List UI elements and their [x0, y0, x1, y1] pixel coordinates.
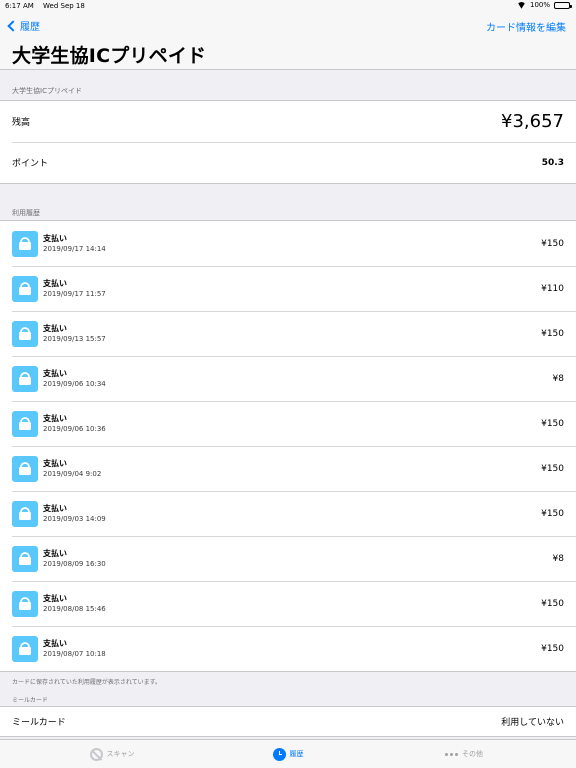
transaction-amount: ¥150 — [541, 328, 564, 339]
meal-card-section-header: ミールカード — [12, 697, 48, 704]
scan-disabled-icon — [89, 747, 103, 761]
transaction-title: 支払い — [43, 369, 67, 378]
shopping-basket-icon — [12, 320, 38, 347]
status-time: 6:17 AM — [5, 2, 34, 10]
shopping-basket-icon — [12, 590, 38, 617]
shopping-basket-icon — [12, 410, 38, 437]
status-bar: 6:17 AM Wed Sep 18 100% — [0, 0, 576, 12]
battery-percent: 100% — [529, 1, 550, 9]
more-dots-icon — [445, 752, 458, 756]
history-row[interactable]: 支払い 2019/09/06 10:36 ¥150 — [0, 401, 576, 446]
back-button-label: 履歴 — [20, 22, 40, 33]
tab-history[interactable]: 履歴 — [200, 740, 376, 768]
shopping-basket-icon — [12, 545, 38, 572]
tab-history-label: 履歴 — [289, 750, 304, 758]
transaction-amount: ¥8 — [552, 553, 564, 564]
history-row[interactable]: 支払い 2019/09/04 9:02 ¥150 — [0, 446, 576, 491]
shopping-basket-icon — [12, 455, 38, 482]
transaction-title: 支払い — [43, 594, 67, 603]
battery-icon — [554, 1, 572, 9]
history-row[interactable]: 支払い 2019/09/17 14:14 ¥150 — [0, 221, 576, 266]
meal-card-label: ミールカード — [12, 718, 66, 728]
card-section-header: 大学生協ICプリペイド — [12, 87, 82, 95]
history-row[interactable]: 支払い 2019/09/13 15:57 ¥150 — [0, 311, 576, 356]
transaction-date: 2019/08/09 16:30 — [43, 560, 106, 568]
transaction-date: 2019/08/08 15:46 — [43, 605, 106, 613]
card-summary-group: 残高 ¥3,657 ポイント 50.3 — [0, 100, 576, 184]
transaction-date: 2019/09/06 10:36 — [43, 425, 106, 433]
back-button[interactable]: 履歴 — [6, 18, 40, 33]
history-section-header: 利用履歴 — [12, 209, 40, 217]
transaction-date: 2019/09/17 14:14 — [43, 245, 106, 253]
balance-value: ¥3,657 — [501, 111, 564, 132]
transaction-amount: ¥150 — [541, 598, 564, 609]
transaction-date: 2019/09/04 9:02 — [43, 470, 102, 478]
transaction-amount: ¥110 — [541, 283, 564, 294]
transaction-title: 支払い — [43, 459, 67, 468]
transaction-title: 支払い — [43, 549, 67, 558]
clock-icon — [272, 747, 286, 761]
points-label: ポイント — [12, 159, 49, 169]
transaction-title: 支払い — [43, 639, 67, 648]
points-value: 50.3 — [541, 157, 564, 168]
transaction-date: 2019/09/17 11:57 — [43, 290, 106, 298]
edit-card-info-button[interactable]: カード情報を編集 — [486, 19, 566, 34]
history-footer-note: カードに保存されていた利用履歴が表示されています。 — [12, 679, 162, 686]
transaction-amount: ¥8 — [552, 373, 564, 384]
points-cell: ポイント 50.3 — [0, 142, 576, 183]
tab-scan[interactable]: スキャン — [24, 740, 200, 768]
history-row[interactable]: 支払い 2019/09/03 14:09 ¥150 — [0, 491, 576, 536]
transaction-amount: ¥150 — [541, 238, 564, 249]
history-row[interactable]: 支払い 2019/08/08 15:46 ¥150 — [0, 581, 576, 626]
shopping-basket-icon — [12, 365, 38, 392]
transaction-date: 2019/09/06 10:34 — [43, 380, 106, 388]
wifi-icon — [517, 2, 526, 9]
chevron-left-icon — [7, 19, 19, 32]
shopping-basket-icon — [12, 500, 38, 527]
balance-label: 残高 — [12, 118, 31, 128]
history-row[interactable]: 支払い 2019/09/17 11:57 ¥110 — [0, 266, 576, 311]
transaction-amount: ¥150 — [541, 463, 564, 474]
navigation-bar: 履歴 カード情報を編集 大学生協ICプリペイド — [0, 12, 576, 70]
page-title: 大学生協ICプリペイド — [12, 45, 207, 67]
transaction-amount: ¥150 — [541, 643, 564, 654]
content[interactable]: 大学生協ICプリペイド 残高 ¥3,657 ポイント 50.3 利用履歴 支払い… — [0, 70, 576, 737]
transaction-title: 支払い — [43, 324, 67, 333]
transaction-date: 2019/09/13 15:57 — [43, 335, 106, 343]
tab-other-label: その他 — [462, 750, 483, 758]
shopping-basket-icon — [12, 635, 38, 662]
meal-card-cell[interactable]: ミールカード 利用していない — [0, 707, 576, 736]
transaction-title: 支払い — [43, 234, 67, 243]
tab-scan-label: スキャン — [106, 750, 135, 758]
meal-card-group: ミールカード 利用していない — [0, 706, 576, 737]
transaction-title: 支払い — [43, 414, 67, 423]
tab-bar: スキャン 履歴 その他 — [0, 739, 576, 768]
history-row[interactable]: 支払い 2019/08/07 10:18 ¥150 — [0, 626, 576, 671]
balance-cell: 残高 ¥3,657 — [0, 101, 576, 142]
status-date: Wed Sep 18 — [43, 2, 85, 10]
history-list: 支払い 2019/09/17 14:14 ¥150 支払い 2019/09/17 1… — [0, 220, 576, 672]
transaction-title: 支払い — [43, 504, 67, 513]
meal-card-status: 利用していない — [501, 718, 564, 728]
transaction-date: 2019/09/03 14:09 — [43, 515, 106, 523]
history-row[interactable]: 支払い 2019/08/09 16:30 ¥8 — [0, 536, 576, 581]
shopping-basket-icon — [12, 275, 38, 302]
shopping-basket-icon — [12, 230, 38, 257]
transaction-title: 支払い — [43, 279, 67, 288]
transaction-date: 2019/08/07 10:18 — [43, 650, 106, 658]
transaction-amount: ¥150 — [541, 418, 564, 429]
transaction-amount: ¥150 — [541, 508, 564, 519]
tab-other[interactable]: その他 — [376, 740, 552, 768]
history-row[interactable]: 支払い 2019/09/06 10:34 ¥8 — [0, 356, 576, 401]
